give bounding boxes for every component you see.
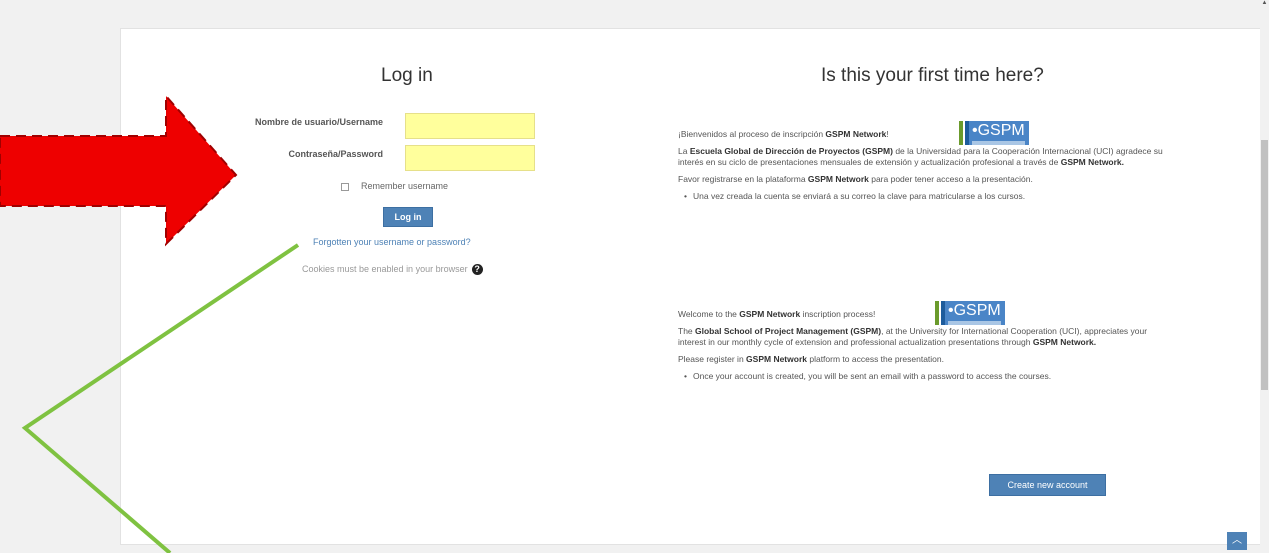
scrollbar-thumb[interactable]	[1261, 140, 1268, 390]
red-arrow-annotation	[0, 93, 238, 247]
chevron-up-icon[interactable]: ︿	[1227, 532, 1247, 550]
annotation-overlay	[0, 93, 300, 553]
vertical-scrollbar[interactable]: ▲	[1260, 0, 1269, 553]
green-line-annotation	[21, 243, 300, 553]
triangle-up-icon[interactable]: ▲	[1260, 0, 1269, 18]
